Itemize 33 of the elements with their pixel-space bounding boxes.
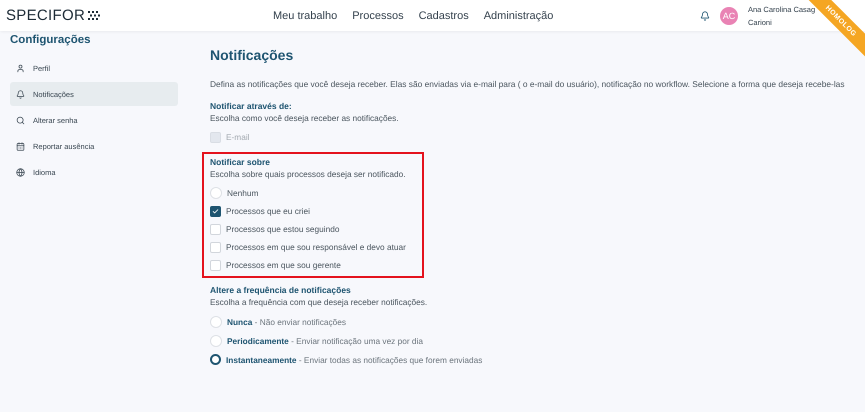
logo-text: SPECIFOR [6, 7, 86, 24]
option-label: E-mail [226, 132, 250, 142]
search-icon [16, 116, 25, 124]
check-icon [212, 208, 219, 214]
sidebar-title: Configurações [10, 34, 92, 46]
person-icon [16, 64, 25, 72]
option-label: Processos em que sou responsável e devo atuar [226, 242, 406, 252]
logo-icon [88, 11, 102, 20]
section-subtitle: Escolha como você deseja receber as notificações. [210, 113, 399, 124]
option-label: Processos que eu criei [226, 206, 310, 216]
globe-icon [16, 168, 25, 176]
section-subtitle: Escolha sobre quais processos deseja ser notificado. [210, 169, 406, 180]
option-label: Instantaneamente - Enviar todas as notificações que forem enviadas [226, 354, 482, 364]
section-title: Altere a frequência de notificações [210, 285, 352, 296]
notification-bell-icon[interactable] [700, 10, 710, 20]
option-label: Processos em que sou gerente [226, 260, 341, 270]
bell-icon [16, 90, 25, 98]
option-label: Processos que estou seguindo [226, 224, 340, 234]
nav-link[interactable]: Processos [352, 10, 404, 22]
checkbox[interactable] [210, 206, 221, 216]
nav-link[interactable]: Administração [484, 10, 554, 22]
radio-button[interactable] [210, 354, 221, 365]
section-title: Notificar sobre [210, 157, 271, 168]
option-label: Periodicamente - Enviar notificação uma vez por dia [227, 336, 424, 346]
page-description: Defina as notificações que você deseja receber. Elas são enviadas via e-mail para ( o e-mail do usuário), notificação no workflow. Selecione a forma que deseja recebe-las [210, 78, 846, 90]
option-label: Nunca - Não enviar notificações [227, 316, 346, 326]
nav-link[interactable]: Meu trabalho [273, 10, 338, 22]
nav-link[interactable]: Cadastros [418, 10, 469, 22]
calendar-icon [16, 142, 25, 150]
section-subtitle: Escolha a frequência com que deseja receber notificações. [210, 297, 428, 308]
section-title: Notificar através de: [210, 101, 293, 112]
option-label: Nenhum [227, 188, 258, 198]
page-title: Notificações [210, 46, 294, 64]
